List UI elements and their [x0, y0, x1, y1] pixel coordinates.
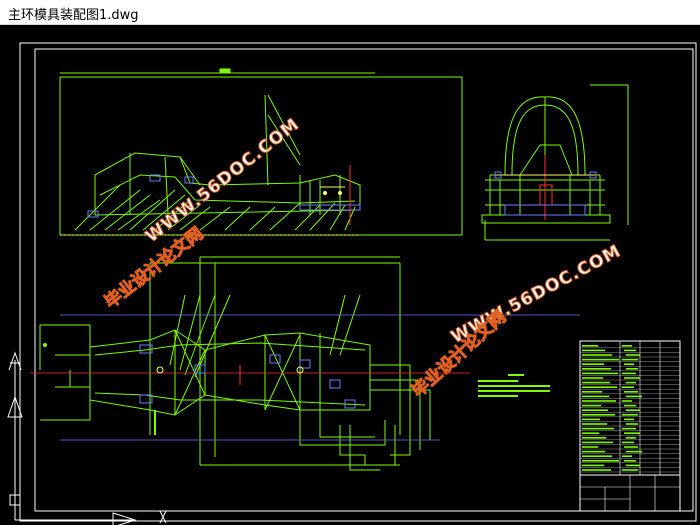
bom-row-line	[582, 450, 605, 453]
bom-row-line	[582, 404, 601, 407]
bom-row-line	[626, 464, 640, 467]
bom-row-line	[582, 409, 608, 411]
notes-block	[478, 374, 550, 397]
bom-row-line	[626, 437, 636, 439]
drawing-canvas[interactable]: WWW.56DOC.COM 毕业设计论文网 WWW.56DOC.COM 毕业设计…	[0, 25, 700, 525]
cad-drawing	[7, 42, 697, 525]
bom-row-line	[582, 469, 611, 471]
bom-row-line	[624, 349, 636, 352]
bom-row-line	[622, 400, 632, 402]
bom-row-line	[582, 363, 604, 365]
window-titlebar: 主环模具装配图1.dwg	[0, 0, 700, 25]
bom-row-line	[624, 377, 640, 379]
bom-row-line	[622, 455, 632, 457]
bom-row-line	[582, 423, 607, 425]
bom-row-line	[582, 381, 610, 384]
bom-row-line	[582, 400, 616, 402]
bom-row-line	[582, 368, 611, 370]
bom-row-line	[622, 427, 636, 430]
bom-row-line	[624, 446, 638, 448]
bom-row-line	[582, 446, 598, 448]
bom-row-line	[626, 354, 640, 356]
bom-row-line	[582, 377, 603, 379]
bom-row-line	[582, 386, 617, 388]
bom-row-line	[626, 395, 642, 398]
bom-row-line	[622, 469, 638, 471]
bom-row-line	[582, 418, 600, 421]
bom-row-line	[582, 432, 599, 434]
bom-row-line	[582, 358, 619, 361]
bom-row-line	[626, 381, 636, 384]
plan-view	[39, 256, 431, 471]
bom-row-line	[582, 395, 609, 398]
bom-row-line	[582, 414, 615, 416]
bom-row-line	[622, 441, 634, 444]
bom-row-line	[622, 414, 638, 416]
bom-row-line	[624, 363, 634, 365]
document-title: 主环模具装配图1.dwg	[8, 8, 139, 23]
bom-row-line	[582, 372, 618, 375]
bom-row-line	[582, 391, 602, 393]
bom-row-line	[626, 423, 638, 425]
bom-row-line	[624, 404, 636, 407]
bom-row-line	[582, 345, 598, 347]
bom-row-line	[582, 455, 612, 457]
bom-row-line	[626, 368, 638, 370]
bom-row-line	[582, 354, 612, 356]
bom-row-line	[624, 460, 636, 462]
front-view	[481, 84, 629, 241]
bom-row-line	[582, 464, 604, 467]
bom-row-line	[582, 427, 614, 430]
front-view-details	[494, 155, 597, 220]
bom-row-line	[624, 418, 634, 421]
bom-row-line	[624, 432, 640, 434]
bom-row-line	[582, 437, 606, 439]
bom-row-line	[622, 386, 634, 388]
bom-row-line	[582, 460, 619, 462]
ucs-axis-icon	[7, 351, 167, 525]
bom-row-line	[622, 372, 636, 375]
bom-row-line	[622, 345, 632, 347]
bom-row-line	[622, 358, 638, 361]
bom-rows	[580, 345, 680, 473]
bom-row-line	[582, 441, 613, 444]
bom-row-line	[626, 409, 640, 411]
bom-row-line	[582, 349, 605, 352]
bom-row-line	[626, 450, 642, 453]
bom-row-line	[624, 391, 638, 393]
